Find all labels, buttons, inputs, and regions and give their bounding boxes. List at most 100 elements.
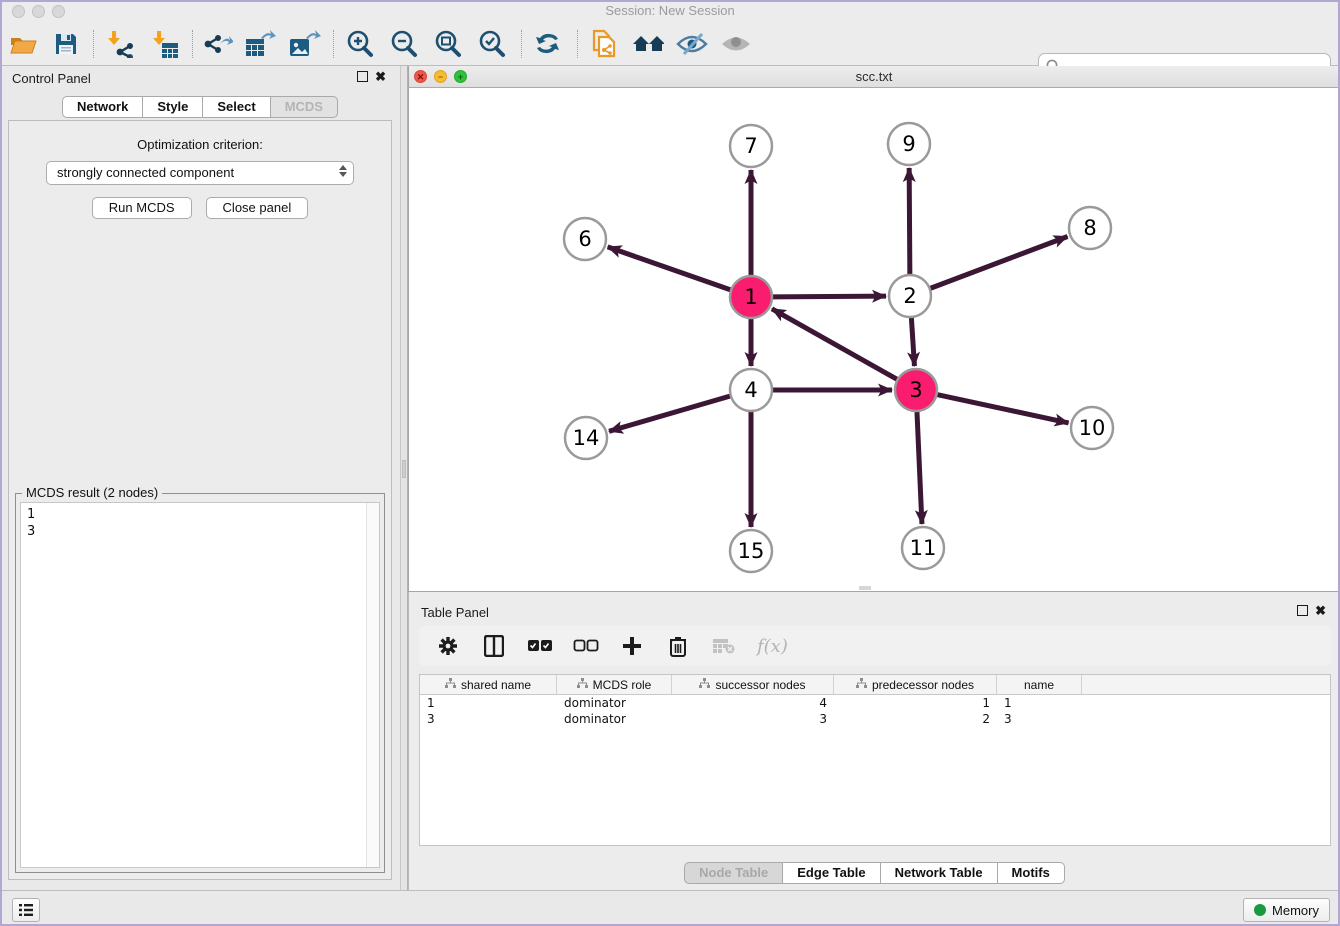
show-all-networks-icon[interactable] — [632, 29, 664, 59]
network-clone-icon[interactable] — [588, 29, 620, 59]
tab-network[interactable]: Network — [62, 96, 143, 118]
export-table-icon[interactable] — [245, 29, 277, 59]
criterion-value: strongly connected component — [57, 165, 234, 180]
export-image-icon[interactable] — [289, 29, 321, 59]
edge-3-1[interactable] — [772, 309, 897, 379]
float-table-panel-icon[interactable] — [1297, 605, 1308, 616]
panel-splitter[interactable] — [400, 66, 408, 890]
cell-name[interactable]: 3 — [997, 711, 1082, 727]
tab-style[interactable]: Style — [143, 96, 203, 118]
tab-edge-table[interactable]: Edge Table — [783, 862, 880, 884]
function-builder-icon[interactable]: f(x) — [757, 636, 788, 657]
cell-predecessor-nodes[interactable]: 2 — [834, 711, 997, 727]
show-selected-icon[interactable] — [720, 29, 752, 59]
node-label: 9 — [902, 132, 915, 156]
table-row[interactable]: 3dominator323 — [420, 711, 1330, 727]
zoom-out-icon[interactable] — [388, 29, 420, 59]
column-header-name[interactable]: name — [997, 675, 1082, 694]
edge-3-10[interactable] — [938, 395, 1069, 423]
edge-3-11[interactable] — [917, 412, 922, 524]
tab-mcds[interactable]: MCDS — [271, 96, 338, 118]
deselect-all-rows-icon[interactable] — [573, 633, 599, 659]
column-header-predecessor-nodes[interactable]: predecessor nodes — [834, 675, 997, 694]
column-label: shared name — [461, 678, 531, 692]
open-session-icon[interactable] — [8, 29, 40, 59]
run-mcds-button[interactable]: Run MCDS — [92, 197, 192, 219]
memory-status-icon — [1254, 904, 1266, 916]
task-history-button[interactable] — [12, 898, 40, 922]
node-table: shared name MCDS role successor nodes prede… — [419, 674, 1331, 846]
control-panel-tabs: NetworkStyleSelectMCDS — [62, 96, 338, 118]
delete-column-icon[interactable] — [711, 633, 737, 659]
close-panel-icon[interactable]: ✖ — [375, 71, 386, 82]
hide-selected-icon[interactable] — [676, 29, 708, 59]
mcds-result-list[interactable]: 13 — [21, 503, 379, 540]
column-label: name — [1024, 678, 1054, 692]
network-canvas[interactable]: 7968124314101511 — [409, 88, 1339, 590]
result-scrollbar[interactable] — [366, 503, 379, 867]
sort-column-icon — [445, 678, 456, 692]
sort-column-icon — [699, 678, 710, 692]
network-window-titlebar[interactable]: ✕ − + scc.txt — [409, 66, 1339, 88]
column-header-MCDS-role[interactable]: MCDS role — [557, 675, 672, 694]
tab-select[interactable]: Select — [203, 96, 270, 118]
titlebar: Session: New Session — [0, 0, 1340, 22]
node-label: 8 — [1083, 216, 1096, 240]
column-header-successor-nodes[interactable]: successor nodes — [672, 675, 834, 694]
node-label: 15 — [738, 539, 765, 563]
column-header-shared-name[interactable]: shared name — [420, 675, 557, 694]
delete-row-icon[interactable] — [665, 633, 691, 659]
mcds-result-box: MCDS result (2 nodes) 13 — [15, 493, 385, 873]
close-table-panel-icon[interactable]: ✖ — [1315, 605, 1326, 616]
memory-label: Memory — [1272, 903, 1319, 918]
node-label: 4 — [744, 378, 757, 402]
cell-shared-name[interactable]: 3 — [420, 711, 557, 727]
cell-successor-nodes[interactable]: 3 — [672, 711, 834, 727]
window-title: Session: New Session — [0, 3, 1340, 18]
edge-4-14[interactable] — [609, 396, 730, 431]
refresh-icon[interactable] — [532, 29, 564, 59]
network-graph[interactable]: 7968124314101511 — [409, 88, 1339, 590]
close-panel-button[interactable]: Close panel — [206, 197, 309, 219]
node-label: 11 — [910, 536, 937, 560]
canvas-scroll-grip[interactable] — [859, 586, 871, 590]
mcds-panel: Optimization criterion: strongly connect… — [8, 120, 392, 880]
cell-MCDS-role[interactable]: dominator — [557, 695, 672, 711]
memory-button[interactable]: Memory — [1243, 898, 1330, 922]
table-settings-icon[interactable] — [435, 633, 461, 659]
export-network-icon[interactable] — [202, 29, 234, 59]
cell-predecessor-nodes[interactable]: 1 — [834, 695, 997, 711]
column-label: successor nodes — [715, 678, 805, 692]
splitter-grip-icon[interactable] — [402, 460, 406, 478]
cell-successor-nodes[interactable]: 4 — [672, 695, 834, 711]
network-view-title: scc.txt — [409, 69, 1339, 84]
node-label: 2 — [903, 284, 916, 308]
node-label: 3 — [909, 378, 922, 402]
toggle-column-icon[interactable] — [481, 633, 507, 659]
zoom-in-icon[interactable] — [344, 29, 376, 59]
edge-2-3[interactable] — [911, 318, 914, 366]
float-panel-icon[interactable] — [357, 71, 368, 82]
cell-MCDS-role[interactable]: dominator — [557, 711, 672, 727]
edge-1-6[interactable] — [608, 247, 731, 290]
edge-2-9[interactable] — [909, 168, 910, 274]
table-row[interactable]: 1dominator411 — [420, 695, 1330, 711]
select-all-rows-icon[interactable] — [527, 633, 553, 659]
zoom-selected-icon[interactable] — [476, 29, 508, 59]
import-network-icon[interactable] — [104, 29, 136, 59]
zoom-fit-icon[interactable] — [432, 29, 464, 59]
edge-1-2[interactable] — [773, 296, 886, 297]
edge-2-8[interactable] — [931, 236, 1068, 288]
criterion-select[interactable]: strongly connected component — [46, 161, 354, 185]
cell-shared-name[interactable]: 1 — [420, 695, 557, 711]
node-label: 10 — [1079, 416, 1106, 440]
tab-network-table[interactable]: Network Table — [881, 862, 998, 884]
save-session-icon[interactable] — [50, 29, 82, 59]
cell-name[interactable]: 1 — [997, 695, 1082, 711]
tab-node-table[interactable]: Node Table — [684, 862, 783, 884]
result-item: 1 — [27, 506, 379, 523]
import-table-icon[interactable] — [149, 29, 181, 59]
tab-motifs[interactable]: Motifs — [998, 862, 1065, 884]
add-column-icon[interactable] — [619, 633, 645, 659]
task-list-icon — [18, 903, 34, 917]
